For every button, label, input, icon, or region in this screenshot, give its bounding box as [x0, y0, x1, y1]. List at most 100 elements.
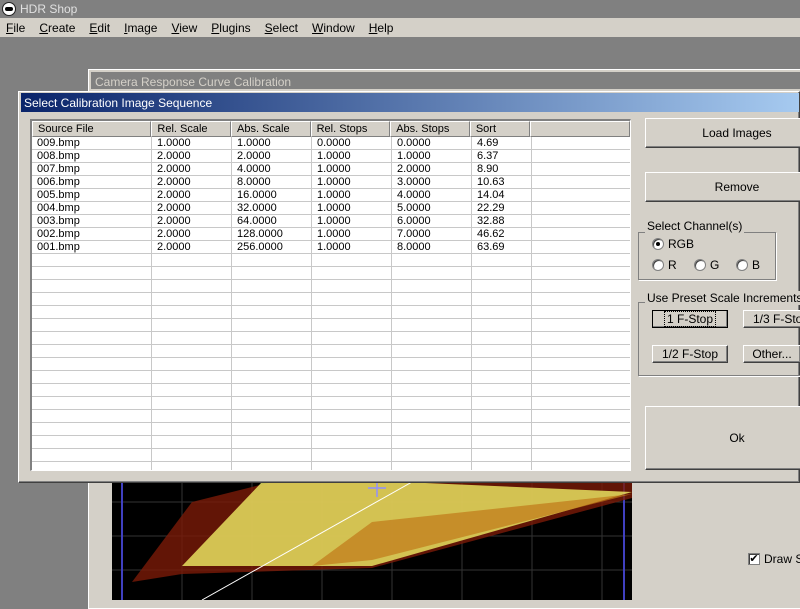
- half-fstop-button[interactable]: 1/2 F-Stop: [652, 345, 728, 363]
- list-cell: 32.0000: [237, 202, 277, 214]
- load-images-button[interactable]: Load Images: [645, 118, 800, 148]
- third-fstop-button[interactable]: 1/3 F-Stop: [743, 310, 800, 328]
- radio-rgb-dot[interactable]: [652, 238, 664, 250]
- list-cell: 008.bmp: [37, 150, 80, 162]
- one-fstop-label: 1 F-Stop: [663, 311, 717, 327]
- list-cell: 1.0000: [317, 189, 351, 201]
- app-title: HDR Shop: [20, 2, 78, 16]
- list-cell: 128.0000: [237, 228, 283, 240]
- one-fstop-button[interactable]: 1 F-Stop: [652, 310, 728, 328]
- column-header[interactable]: [529, 121, 630, 137]
- list-cell: 7.0000: [397, 228, 431, 240]
- draw-checkbox-label: Draw S: [764, 552, 800, 566]
- list-cell: 8.90: [477, 163, 499, 175]
- other-button[interactable]: Other...: [743, 345, 800, 363]
- app-titlebar: HDR Shop: [0, 0, 800, 18]
- menu-item-label: reate: [48, 20, 76, 35]
- list-cell: 1.0000: [397, 150, 431, 162]
- column-header[interactable]: Abs. Scale: [231, 121, 311, 137]
- list-cell: 2.0000: [397, 163, 431, 175]
- list-row[interactable]: 002.bmp 2.0000 128.0000 1.0000 7.0000 46.62: [32, 228, 630, 241]
- list-row[interactable]: 007.bmp 2.0000 4.0000 1.0000 2.0000 8.90: [32, 163, 630, 176]
- list-cell: 1.0000: [317, 241, 351, 253]
- list-cell: 1.0000: [317, 215, 351, 227]
- list-cell: 2.0000: [157, 241, 191, 253]
- third-fstop-label: 1/3 F-Stop: [753, 312, 800, 326]
- list-row[interactable]: 001.bmp 2.0000 256.0000 1.0000 8.0000 63.69: [32, 241, 630, 254]
- list-cell: 46.62: [477, 228, 505, 240]
- menu-item-create[interactable]: Create: [33, 21, 83, 35]
- list-cell: 14.04: [477, 189, 505, 201]
- column-header[interactable]: Rel. Stops: [310, 121, 391, 137]
- column-header[interactable]: Source File: [32, 121, 152, 137]
- list-cell: 10.63: [477, 176, 505, 188]
- list-row[interactable]: 005.bmp 2.0000 16.0000 1.0000 4.0000 14.04: [32, 189, 630, 202]
- list-cell: 003.bmp: [37, 215, 80, 227]
- list-row[interactable]: 006.bmp 2.0000 8.0000 1.0000 3.0000 10.63: [32, 176, 630, 189]
- list-cell: 16.0000: [237, 189, 277, 201]
- list-cell: 1.0000: [317, 150, 351, 162]
- radio-rgb-label: RGB: [668, 237, 695, 251]
- menu-item-image[interactable]: Image: [118, 21, 165, 35]
- column-header[interactable]: Sort: [469, 121, 530, 137]
- select-channel-label: Select Channel(s): [645, 219, 745, 233]
- radio-g-dot[interactable]: [694, 259, 706, 271]
- radio-g-label: G: [710, 258, 720, 272]
- list-cell: 32.88: [477, 215, 505, 227]
- radio-r-dot[interactable]: [652, 259, 664, 271]
- list-cell: 63.69: [477, 241, 505, 253]
- hdrshop-app-icon[interactable]: [2, 2, 16, 16]
- menu-item-label: iew: [179, 20, 198, 35]
- menu-item-select[interactable]: Select: [259, 21, 306, 35]
- menu-item-view[interactable]: View: [165, 21, 205, 35]
- draw-checkbox-box[interactable]: ✔: [748, 553, 760, 565]
- list-cell: 006.bmp: [37, 176, 80, 188]
- list-cell: 2.0000: [157, 176, 191, 188]
- draw-checkbox[interactable]: ✔ Draw S: [748, 552, 800, 566]
- list-cell: 2.0000: [157, 228, 191, 240]
- column-header[interactable]: Rel. Scale: [151, 121, 231, 137]
- list-cell: 1.0000: [317, 163, 351, 175]
- list-cell: 001.bmp: [37, 241, 80, 253]
- list-cell: 2.0000: [157, 189, 191, 201]
- radio-b-label: B: [752, 258, 761, 272]
- list-cell: 22.29: [477, 202, 505, 214]
- list-cell: 1.0000: [237, 137, 271, 149]
- list-cell: 4.69: [477, 137, 499, 149]
- menu-item-help[interactable]: Help: [363, 21, 402, 35]
- list-cell: 6.37: [477, 150, 499, 162]
- list-row[interactable]: 008.bmp 2.0000 2.0000 1.0000 1.0000 6.37: [32, 150, 630, 163]
- select-calibration-dialog: Select Calibration Image Sequence Source…: [18, 91, 800, 483]
- list-cell: 007.bmp: [37, 163, 80, 175]
- list-cell: 2.0000: [157, 150, 191, 162]
- preset-scale-label: Use Preset Scale Increments: [645, 291, 800, 305]
- menu-item-plugins[interactable]: Plugins: [205, 21, 258, 35]
- radio-r[interactable]: R: [652, 258, 677, 272]
- list-row[interactable]: 003.bmp 2.0000 64.0000 1.0000 6.0000 32.88: [32, 215, 630, 228]
- list-cell: 4.0000: [237, 163, 271, 175]
- menu-item-file[interactable]: File: [0, 21, 33, 35]
- ok-button[interactable]: Ok: [645, 406, 800, 470]
- menu-item-label: elp: [377, 20, 394, 35]
- list-row[interactable]: 009.bmp 1.0000 1.0000 0.0000 0.0000 4.69: [32, 137, 630, 150]
- list-cell: 002.bmp: [37, 228, 80, 240]
- list-body[interactable]: 009.bmp 1.0000 1.0000 0.0000 0.0000 4.69 008.b…: [32, 137, 630, 470]
- radio-b[interactable]: B: [736, 258, 760, 272]
- radio-g[interactable]: G: [694, 258, 719, 272]
- menu-item-label: elect: [272, 20, 299, 35]
- image-sequence-list[interactable]: Source File Rel. Scale Abs. Scale Rel. Stop…: [30, 119, 631, 471]
- list-cell: 1.0000: [317, 202, 351, 214]
- list-cell: 2.0000: [237, 150, 271, 162]
- remove-button[interactable]: Remove: [645, 172, 800, 202]
- radio-r-label: R: [668, 258, 677, 272]
- response-curve-plot: [112, 482, 632, 600]
- list-cell: 0.0000: [397, 137, 431, 149]
- radio-b-dot[interactable]: [736, 259, 748, 271]
- list-row[interactable]: 004.bmp 2.0000 32.0000 1.0000 5.0000 22.29: [32, 202, 630, 215]
- column-header[interactable]: Abs. Stops: [390, 121, 470, 137]
- menu-item-window[interactable]: Window: [306, 21, 363, 35]
- menu-item-edit[interactable]: Edit: [83, 21, 118, 35]
- remove-label: Remove: [714, 180, 760, 194]
- menu-bar: File Create Edit Image View Plugins Select Wind…: [0, 18, 800, 38]
- radio-rgb[interactable]: RGB: [652, 237, 694, 251]
